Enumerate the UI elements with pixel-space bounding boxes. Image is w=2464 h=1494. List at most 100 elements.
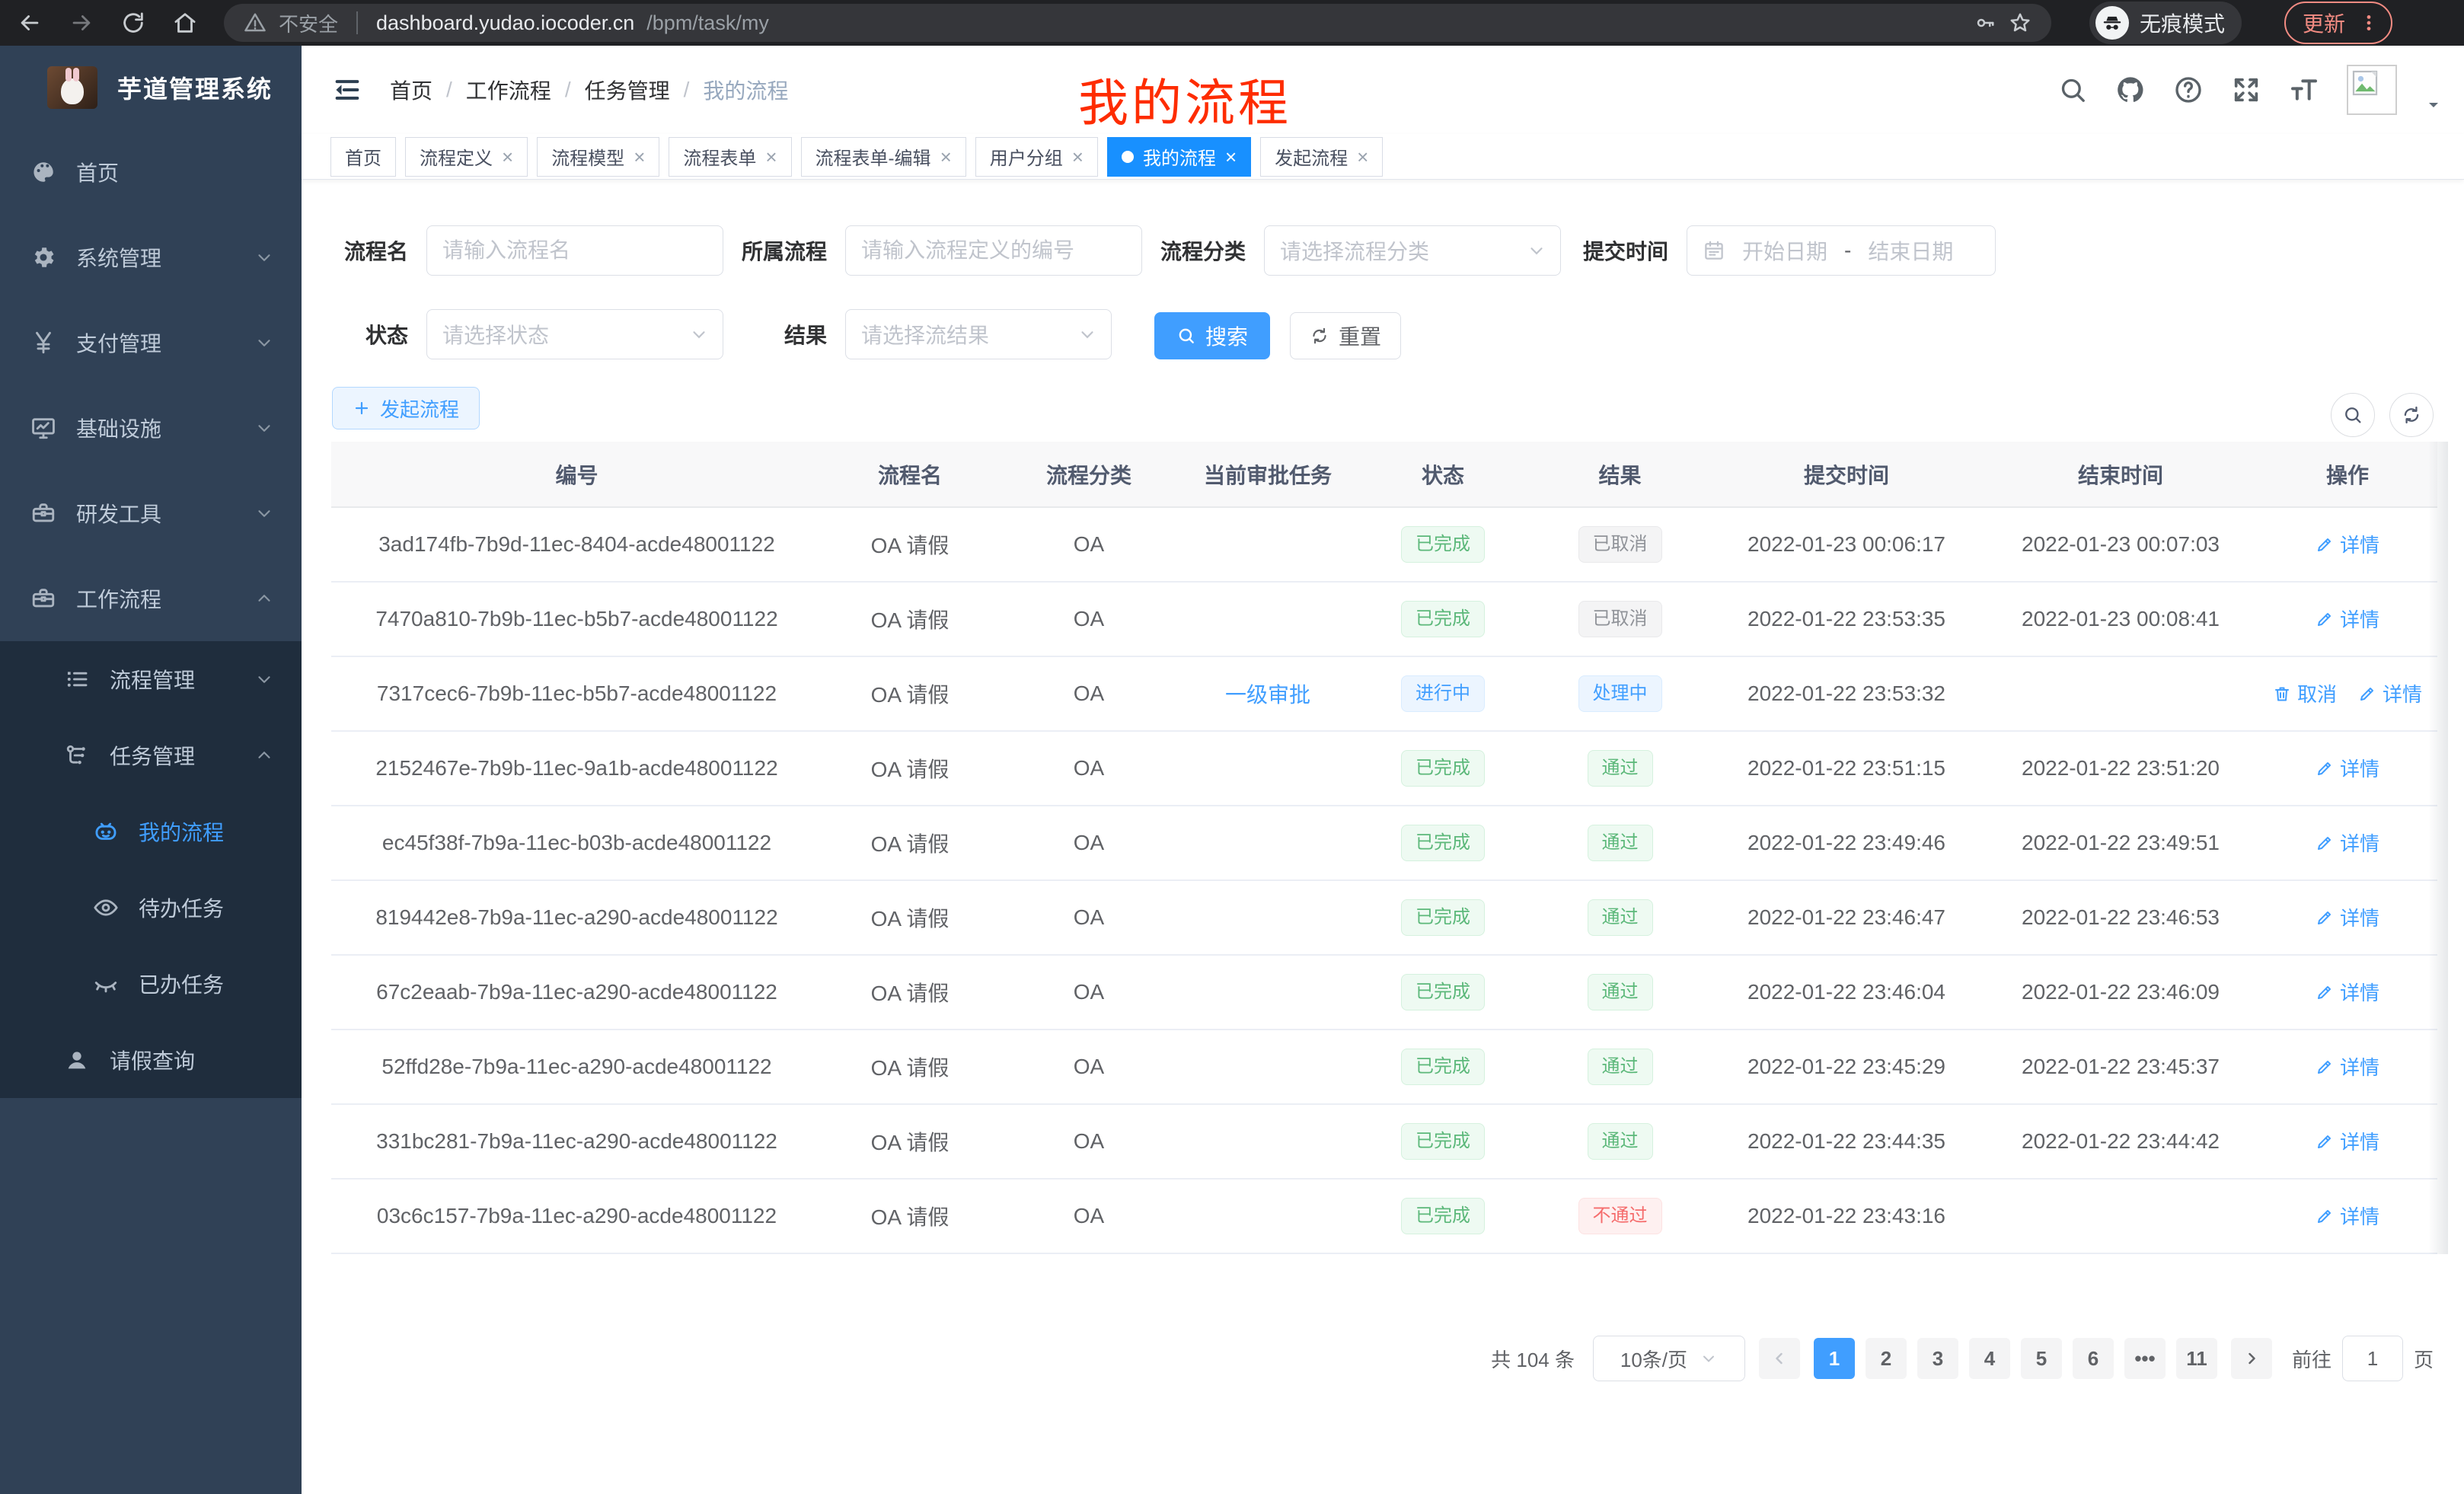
chevron-down-icon: [254, 333, 274, 353]
process-def-input[interactable]: [845, 225, 1142, 276]
cell-id: 7317cec6-7b9b-11ec-b5b7-acde48001122: [331, 656, 822, 731]
submit-time-range-picker[interactable]: 开始日期 - 结束日期: [1687, 225, 1996, 276]
tab-home[interactable]: 首页: [330, 137, 396, 177]
start-date-placeholder: 开始日期: [1742, 235, 1827, 266]
tab-process-form-edit[interactable]: 流程表单-编辑×: [801, 137, 966, 177]
cell-result: 通过: [1530, 880, 1709, 955]
detail-action-link[interactable]: 详情: [2316, 1127, 2379, 1155]
sidebar-item-dev-tools[interactable]: 研发工具: [0, 471, 302, 556]
breadcrumb-separator: /: [684, 78, 690, 102]
font-size-icon[interactable]: [2289, 75, 2319, 105]
cell-end-time: 2022-01-22 23:49:51: [1984, 806, 2258, 880]
sidebar-item-home[interactable]: 首页: [0, 129, 302, 215]
page-4[interactable]: 4: [1969, 1338, 2010, 1379]
close-icon[interactable]: ×: [1357, 147, 1368, 167]
cancel-action-link[interactable]: 取消: [2273, 679, 2337, 707]
breadcrumb-item[interactable]: 工作流程: [466, 75, 551, 105]
sidebar-item-process-management[interactable]: 流程管理: [0, 641, 302, 717]
prev-page-button[interactable]: [1759, 1338, 1800, 1379]
key-icon[interactable]: [1974, 11, 1996, 34]
github-icon[interactable]: [2115, 75, 2146, 105]
tab-start-process[interactable]: 发起流程×: [1260, 137, 1383, 177]
action-label: 详情: [2340, 754, 2379, 782]
goto-page-input[interactable]: [2342, 1336, 2403, 1381]
close-icon[interactable]: ×: [765, 147, 777, 167]
page-size-select[interactable]: 10条/页: [1593, 1336, 1745, 1381]
sidebar-item-payment[interactable]: 支付管理: [0, 300, 302, 385]
cell-end-time: [1984, 656, 2258, 731]
cell-submit-time: 2022-01-22 23:45:29: [1709, 1030, 1984, 1104]
collapse-sidebar-icon[interactable]: [332, 75, 362, 105]
detail-action-link[interactable]: 详情: [2316, 903, 2379, 931]
app-logo-row[interactable]: 芋道管理系统: [0, 46, 302, 129]
page-3[interactable]: 3: [1917, 1338, 1958, 1379]
task-link[interactable]: 一级审批: [1225, 683, 1310, 707]
table-refresh-button[interactable]: [2389, 393, 2434, 437]
table-search-toggle-button[interactable]: [2331, 393, 2375, 437]
browser-menu-dots-icon[interactable]: [2359, 13, 2379, 33]
detail-action-link[interactable]: 详情: [2316, 530, 2379, 558]
sidebar-item-done-tasks[interactable]: 已办任务: [0, 946, 302, 1022]
start-process-button[interactable]: 发起流程: [332, 387, 480, 429]
tab-process-model[interactable]: 流程模型×: [537, 137, 659, 177]
detail-action-link[interactable]: 详情: [2316, 828, 2379, 857]
tab-process-definition[interactable]: 流程定义×: [405, 137, 528, 177]
detail-action-link[interactable]: 详情: [2358, 679, 2422, 707]
back-icon[interactable]: [17, 10, 43, 36]
page-1[interactable]: 1: [1814, 1338, 1855, 1379]
detail-action-link[interactable]: 详情: [2316, 1052, 2379, 1081]
page-6[interactable]: 6: [2073, 1338, 2114, 1379]
detail-action-link[interactable]: 详情: [2316, 754, 2379, 782]
sidebar-item-workflow[interactable]: 工作流程: [0, 556, 302, 641]
update-button[interactable]: 更新: [2284, 2, 2392, 44]
sidebar-item-todo-tasks[interactable]: 待办任务: [0, 870, 302, 946]
column-header: 流程名: [822, 442, 997, 507]
close-icon[interactable]: ×: [1225, 147, 1237, 167]
next-page-button[interactable]: [2231, 1338, 2272, 1379]
close-icon[interactable]: ×: [1072, 147, 1084, 167]
result-select[interactable]: 请选择流结果: [845, 309, 1112, 359]
tab-process-form[interactable]: 流程表单×: [669, 137, 791, 177]
process-name-input[interactable]: [426, 225, 723, 276]
column-header: 操作: [2258, 442, 2437, 507]
category-label: 流程分类: [1131, 235, 1246, 266]
close-icon[interactable]: ×: [634, 147, 645, 167]
search-button[interactable]: 搜索: [1154, 312, 1270, 359]
breadcrumb-item[interactable]: 首页: [390, 75, 432, 105]
category-select[interactable]: 请选择流程分类: [1264, 225, 1561, 276]
cell-id: 03c6c157-7b9a-11ec-a290-acde48001122: [331, 1179, 822, 1253]
reset-button[interactable]: 重置: [1290, 312, 1401, 359]
detail-action-link[interactable]: 详情: [2316, 978, 2379, 1006]
star-icon[interactable]: [2009, 11, 2032, 34]
page-11[interactable]: 11: [2176, 1338, 2217, 1379]
sidebar-item-infrastructure[interactable]: 基础设施: [0, 385, 302, 471]
reload-icon[interactable]: [120, 10, 146, 36]
sidebar-item-my-process[interactable]: 我的流程: [0, 793, 302, 870]
close-icon[interactable]: ×: [940, 147, 952, 167]
sidebar-item-system[interactable]: 系统管理: [0, 215, 302, 300]
action-label: 详情: [2340, 530, 2379, 558]
status-select[interactable]: 请选择状态: [426, 309, 723, 359]
sidebar-item-task-management[interactable]: 任务管理: [0, 717, 302, 793]
page-2[interactable]: 2: [1866, 1338, 1907, 1379]
tab-my-process[interactable]: 我的流程×: [1107, 137, 1251, 177]
close-icon[interactable]: ×: [502, 147, 513, 167]
forward-icon[interactable]: [69, 10, 94, 36]
status-badge: 已完成: [1401, 825, 1485, 861]
address-bar[interactable]: 不安全 dashboard.yudao.iocoder.cn/bpm/task/…: [224, 4, 2051, 42]
search-icon[interactable]: [2057, 75, 2088, 105]
tab-user-group[interactable]: 用户分组×: [975, 137, 1098, 177]
page-5[interactable]: 5: [2021, 1338, 2062, 1379]
sidebar-item-leave-query[interactable]: 请假查询: [0, 1022, 302, 1098]
help-icon[interactable]: [2173, 75, 2204, 105]
avatar-caret-down-icon[interactable]: [2424, 96, 2443, 114]
detail-action-link[interactable]: 详情: [2316, 1202, 2379, 1230]
action-label: 详情: [2340, 1202, 2379, 1230]
avatar[interactable]: [2347, 65, 2397, 115]
page-ellipsis[interactable]: •••: [2124, 1338, 2166, 1379]
calendar-icon: [1703, 239, 1725, 262]
detail-action-link[interactable]: 详情: [2316, 605, 2379, 633]
home-icon[interactable]: [172, 10, 198, 36]
fullscreen-icon[interactable]: [2231, 75, 2261, 105]
breadcrumb-item[interactable]: 任务管理: [585, 75, 670, 105]
